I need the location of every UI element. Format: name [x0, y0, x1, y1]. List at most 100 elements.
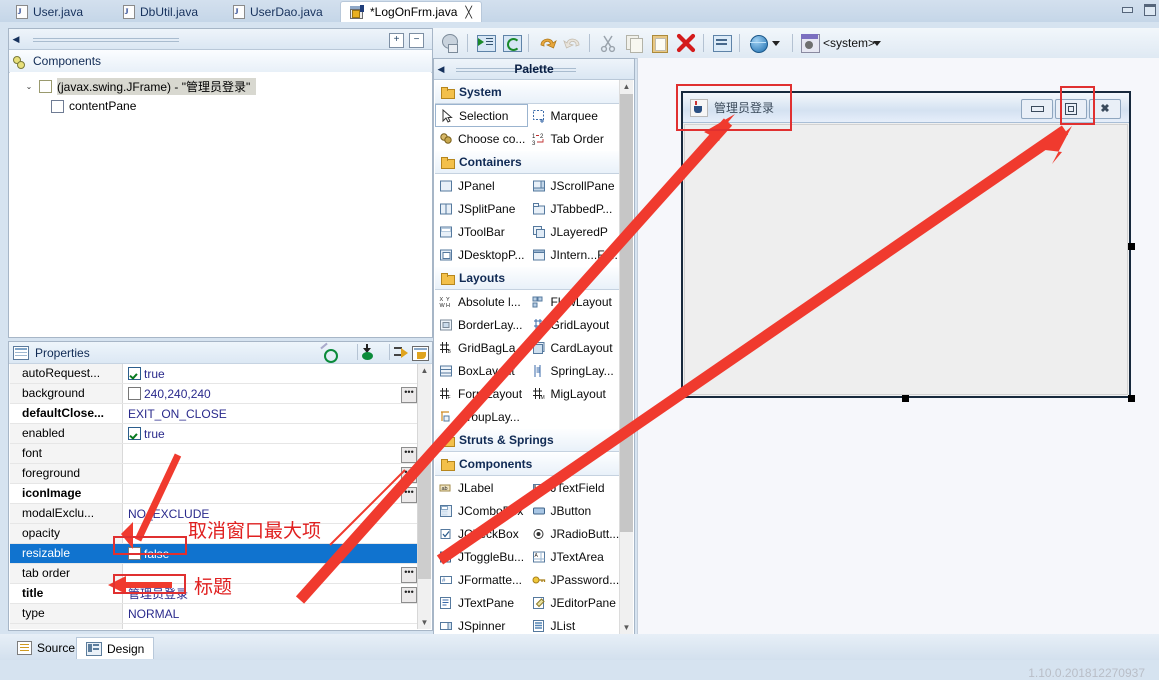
jframe-preview[interactable]: 管理员登录 ✖ [681, 91, 1131, 398]
property-value[interactable] [123, 464, 431, 483]
property-editor-button[interactable]: ••• [401, 487, 417, 503]
palette-item-miglayout[interactable]: M MigLayout [528, 382, 621, 405]
property-row[interactable] [10, 624, 431, 629]
palette-item-jinternalframe[interactable]: JIntern...Fr... [528, 243, 621, 266]
palette-item-borderlayout[interactable]: BorderLay... [435, 313, 528, 336]
palette-item-jtabbedpane[interactable]: JTabbedP... [528, 197, 621, 220]
copy-icon[interactable] [623, 32, 645, 54]
selection-handle-right[interactable] [1128, 243, 1135, 250]
restore-default-icon[interactable] [412, 346, 429, 361]
show-advanced-icon[interactable] [394, 346, 410, 359]
checkbox-icon[interactable] [128, 427, 141, 440]
layout-icon[interactable] [711, 32, 733, 54]
palette-item-jradiobutton[interactable]: JRadioButt... [528, 522, 621, 545]
properties-scrollbar[interactable]: ▲ ▼ [417, 364, 431, 629]
palette-item-grouplayout[interactable]: GroupLay... [435, 405, 620, 428]
palette-item-jlabel[interactable]: ab JLabel [435, 476, 528, 499]
palette-item-tab-order[interactable]: 123 Tab Order [528, 127, 621, 150]
property-value[interactable]: NORMAL [123, 604, 431, 623]
property-value[interactable]: true [123, 364, 431, 383]
property-row[interactable]: font ••• [10, 444, 431, 464]
palette-item-jspinner[interactable]: JSpinner [435, 614, 528, 634]
palette-item-jsplitpane[interactable]: JSplitPane [435, 197, 528, 220]
palette-item-jpanel[interactable]: JPanel [435, 174, 528, 197]
property-row[interactable]: background 240,240,240 ••• [10, 384, 431, 404]
palette-item-jtextpane[interactable]: JTextPane [435, 591, 528, 614]
property-row[interactable]: autoRequest... true [10, 364, 431, 384]
scrollbar-thumb[interactable] [418, 459, 431, 579]
redo-icon[interactable] [562, 32, 584, 54]
palette-item-jbutton[interactable]: JButton [528, 499, 621, 522]
property-value[interactable] [123, 624, 431, 629]
window-minimize-icon[interactable] [1120, 3, 1134, 16]
editor-tab-userdao-java[interactable]: J UserDao.java [223, 1, 332, 22]
expand-all-icon[interactable]: + [389, 33, 404, 48]
property-row[interactable]: resizable false [10, 544, 431, 564]
palette-item-gridlayout[interactable]: A GridLayout [528, 313, 621, 336]
scroll-up-icon[interactable]: ▲ [418, 364, 431, 377]
property-value[interactable]: true [123, 424, 431, 443]
window-maximize-icon[interactable] [1142, 3, 1156, 16]
chevron-down-icon[interactable]: ⌄ [24, 82, 34, 91]
property-value[interactable] [123, 444, 431, 463]
palette-item-selection[interactable]: Selection [435, 104, 528, 127]
undo-icon[interactable] [536, 32, 558, 54]
design-canvas[interactable]: 管理员登录 ✖ 1.10.0.201812270937 [637, 58, 1159, 680]
editor-tab-dbutil-java[interactable]: J DbUtil.java [113, 1, 207, 22]
palette-item-marquee[interactable]: Marquee [528, 104, 621, 127]
contentpane-area[interactable] [684, 124, 1128, 395]
palette-item-formlayout[interactable]: F FormLayout [435, 382, 528, 405]
tab-source[interactable]: Source [8, 637, 84, 658]
palette-section-struts-springs[interactable]: Struts & Springs [435, 428, 620, 452]
collapse-all-icon[interactable]: − [409, 33, 424, 48]
tree-node-jframe[interactable]: ⌄ (javax.swing.JFrame) - "管理员登录" [10, 76, 431, 96]
property-editor-button[interactable]: ••• [401, 387, 417, 403]
close-icon[interactable]: ╳ [465, 6, 472, 19]
delete-icon[interactable] [675, 32, 697, 54]
palette-item-springlayout[interactable]: SpringLay... [528, 359, 621, 382]
editor-tab-user-java[interactable]: J User.java [6, 1, 92, 22]
scroll-up-icon[interactable]: ▲ [620, 80, 633, 93]
selection-handle-bottom[interactable] [902, 395, 909, 402]
property-row[interactable]: foreground ••• [10, 464, 431, 484]
tree-node-contentpane[interactable]: contentPane [10, 96, 431, 116]
property-row[interactable]: enabled true [10, 424, 431, 444]
checkbox-icon[interactable] [128, 367, 141, 380]
palette-item-jlist[interactable]: JList [528, 614, 621, 634]
palette-item-jlayeredpane[interactable]: JLayeredP [528, 220, 621, 243]
palette-item-jtextarea[interactable]: A JTextArea [528, 545, 621, 568]
open-source-icon[interactable] [475, 32, 497, 54]
palette-item-jtogglebutton[interactable]: JToggleBu... [435, 545, 528, 568]
palette-scrollbar[interactable]: ▲ ▼ [619, 80, 633, 634]
palette-item-jpasswordfield[interactable]: JPassword... [528, 568, 621, 591]
palette-section-components[interactable]: Components [435, 452, 620, 476]
property-editor-button[interactable]: ••• [401, 567, 417, 583]
palette-item-jcombobox[interactable]: JComboBox [435, 499, 528, 522]
goto-definition-icon[interactable] [360, 344, 376, 360]
tab-design[interactable]: Design [76, 637, 155, 659]
property-row[interactable]: defaultClose... EXIT_ON_CLOSE [10, 404, 431, 424]
cut-icon[interactable] [597, 32, 619, 54]
palette-item-cardlayout[interactable]: CardLayout [528, 336, 621, 359]
palette-item-gridbaglayout[interactable]: B GridBagLa... [435, 336, 528, 359]
palette-item-absolute-layout[interactable]: XYWH Absolute l... [435, 290, 528, 313]
palette-section-layouts[interactable]: Layouts [435, 266, 620, 290]
palette-item-choose-component[interactable]: Choose co... [435, 127, 528, 150]
look-and-feel-icon[interactable] [799, 32, 821, 54]
property-row[interactable]: type NORMAL [10, 604, 431, 624]
scroll-down-icon[interactable]: ▼ [418, 616, 431, 629]
palette-item-flowlayout[interactable]: FlowLayout [528, 290, 621, 313]
palette-item-boxlayout[interactable]: BoxLayout [435, 359, 528, 382]
editor-tab-logonfrm-java[interactable]: *LogOnFrm.java ╳ [340, 1, 482, 22]
property-value[interactable]: 240,240,240 [123, 384, 431, 403]
property-editor-button[interactable]: ••• [401, 447, 417, 463]
property-row[interactable]: iconImage ••• [10, 484, 431, 504]
show-events-icon[interactable] [320, 342, 338, 363]
palette-item-jtoolbar[interactable]: JToolBar [435, 220, 528, 243]
selection-handle-corner[interactable] [1128, 395, 1135, 402]
palette-item-jeditorpane[interactable]: JEditorPane [528, 591, 621, 614]
property-value[interactable] [123, 484, 431, 503]
palette-section-system[interactable]: System [435, 80, 620, 104]
property-editor-button[interactable]: ••• [401, 587, 417, 603]
property-editor-button[interactable]: ••• [401, 467, 417, 483]
